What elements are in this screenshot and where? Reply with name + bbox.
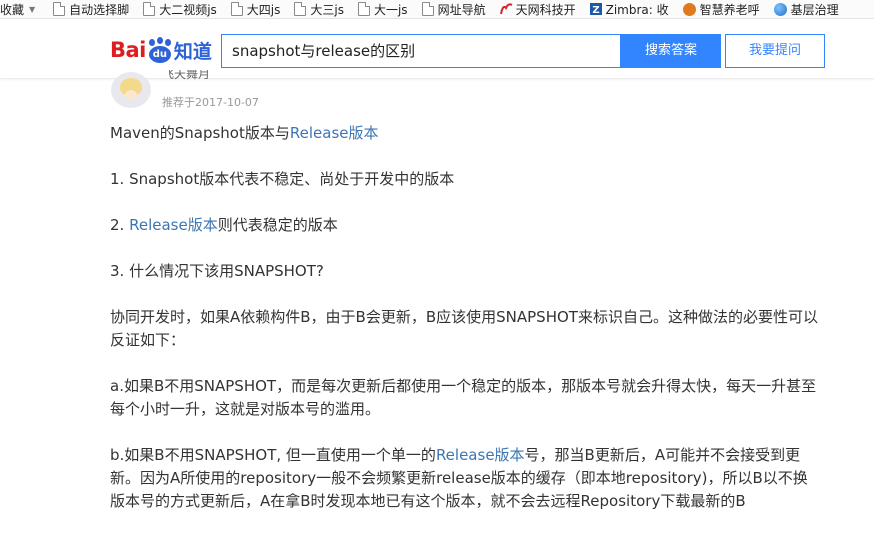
search-answer-button[interactable]: 搜索答案 — [621, 34, 721, 68]
paragraph: Maven的Snapshot版本与Release版本 — [110, 122, 818, 145]
favorites-label: 收藏 — [0, 2, 25, 17]
globe-icon — [773, 2, 787, 16]
bookmark-item[interactable]: 大二视频js — [143, 0, 217, 18]
paragraph: 2. Release版本则代表稳定的版本 — [110, 214, 818, 237]
bookmark-label: Zimbra: 收 — [605, 2, 669, 17]
bookmark-label: 大一js — [373, 2, 408, 17]
answer-content: Maven的Snapshot版本与Release版本 1. Snapshot版本… — [110, 122, 818, 536]
page-icon — [357, 2, 370, 16]
paragraph: 协同开发时，如果A依赖构件B，由于B会更新，B应该使用SNAPSHOT来标识自己… — [110, 308, 818, 349]
release-version-link[interactable]: Release版本 — [129, 216, 218, 234]
text: 2. — [110, 216, 130, 234]
page-icon — [294, 2, 307, 16]
bookmark-item[interactable]: 大一js — [357, 0, 408, 18]
page-icon — [53, 2, 66, 16]
favorites-menu[interactable]: 收藏 ▼ — [0, 1, 39, 18]
zimbra-logo-icon: Z — [589, 2, 602, 16]
bookmarks-bar: 收藏 ▼ 自动选择脚 大二视频js 大四js 大三js 大一js 网址导航 天网… — [0, 0, 874, 19]
bookmark-label: 大四js — [246, 2, 281, 17]
tianwang-logo-icon — [499, 2, 513, 16]
release-version-link[interactable]: Release版本 — [436, 446, 525, 464]
bookmark-item[interactable]: 天网科技开 — [499, 0, 576, 18]
release-version-link[interactable]: Release版本 — [290, 124, 379, 142]
avatar[interactable] — [111, 72, 151, 108]
site-header: Bai du 知道 snapshot与release的区别 搜索答案 我要提问 — [0, 19, 874, 79]
bookmark-item[interactable]: 网址导航 — [421, 0, 486, 18]
bookmark-label: 自动选择脚 — [69, 2, 130, 17]
bookmark-label: 大二视频js — [159, 2, 217, 17]
page-icon — [230, 2, 243, 16]
svg-text:Z: Z — [592, 5, 599, 16]
chevron-down-icon: ▼ — [29, 4, 36, 14]
logo-bai: Bai — [110, 38, 146, 62]
ask-question-button[interactable]: 我要提问 — [725, 34, 825, 68]
bookmark-label: 网址导航 — [437, 2, 486, 17]
text: 则代表稳定的版本 — [217, 216, 338, 234]
search-input[interactable]: snapshot与release的区别 — [221, 34, 621, 68]
bookmark-item[interactable]: 自动选择脚 — [53, 0, 130, 18]
page-icon — [421, 2, 434, 16]
logo-zhidao: 知道 — [173, 40, 212, 63]
smart-elder-logo-icon — [682, 2, 696, 16]
paragraph: 1. Snapshot版本代表不稳定、尚处于开发中的版本 — [110, 170, 455, 188]
baidu-zhidao-logo[interactable]: Bai du 知道 — [110, 33, 212, 67]
text: Maven的Snapshot版本与 — [110, 124, 290, 142]
bookmark-label: 基层治理 — [790, 2, 839, 17]
bookmark-label: 天网科技开 — [515, 2, 576, 17]
paragraph: b.如果B不用SNAPSHOT, 但一直使用一个单一的Release版本号，那当… — [110, 444, 818, 513]
bookmark-item[interactable]: 智慧养老呼 — [682, 0, 760, 18]
bookmark-item[interactable]: Z Zimbra: 收 — [589, 0, 669, 18]
text: b.如果B不用SNAPSHOT, 但一直使用一个单一的 — [110, 446, 436, 464]
bookmark-label: 智慧养老呼 — [699, 2, 760, 17]
page-icon — [143, 2, 156, 16]
logo-du: du — [148, 46, 171, 63]
bookmark-item[interactable]: 大四js — [230, 0, 281, 18]
paw-icon: du — [147, 37, 173, 63]
paragraph: 3. 什么情况下该用SNAPSHOT? — [110, 262, 324, 280]
bookmark-item[interactable]: 大三js — [294, 0, 344, 18]
post-date: 推荐于2017-10-07 — [162, 96, 259, 109]
author-name[interactable]: 飞天舞月 — [162, 70, 210, 81]
bookmark-label: 大三js — [310, 2, 344, 17]
paragraph: a.如果B不用SNAPSHOT，而是每次更新后都使用一个稳定的版本，那版本号就会… — [110, 377, 817, 418]
bookmark-item[interactable]: 基层治理 — [773, 0, 839, 18]
